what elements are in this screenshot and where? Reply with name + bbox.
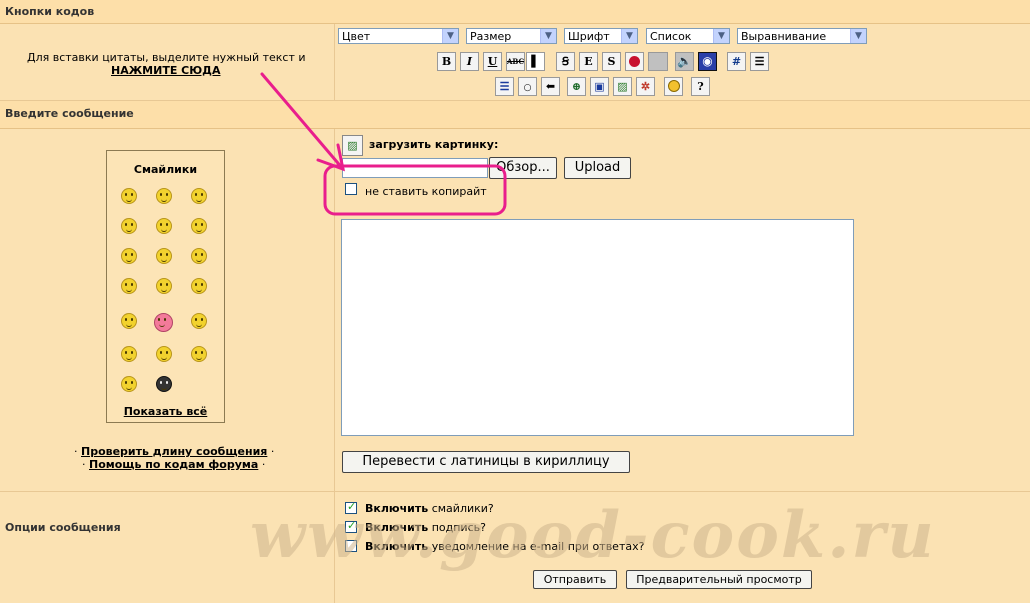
question-icon: ? bbox=[697, 80, 704, 93]
comment-button[interactable]: ☰ bbox=[750, 52, 769, 71]
strike-button[interactable]: ABC bbox=[506, 52, 525, 71]
dizzy-icon[interactable] bbox=[121, 278, 137, 294]
laugh-icon[interactable] bbox=[156, 248, 172, 264]
happy-icon[interactable] bbox=[191, 188, 207, 204]
chevron-down-icon: ▼ bbox=[540, 29, 556, 43]
smiley-icon bbox=[667, 80, 680, 92]
ninja-icon[interactable] bbox=[156, 376, 172, 392]
no-copyright-checkbox[interactable] bbox=[345, 183, 357, 195]
chevron-down-icon: ▼ bbox=[850, 29, 866, 43]
blush-icon[interactable] bbox=[121, 313, 137, 329]
hide-icon: ▌ bbox=[531, 55, 540, 68]
love-icon[interactable] bbox=[154, 313, 173, 332]
quote-button[interactable]: Ꞩ bbox=[556, 52, 575, 71]
divider bbox=[334, 129, 335, 491]
font-select[interactable]: Шрифт ▼ bbox=[564, 28, 638, 44]
quote-insert-link[interactable]: НАЖМИТЕ СЮДА bbox=[111, 64, 220, 77]
underline-button[interactable]: U bbox=[483, 52, 502, 71]
show-all-smileys-link[interactable]: Показать всё bbox=[124, 405, 208, 418]
speech-bubble-icon: ☰ bbox=[754, 55, 765, 68]
help-codes-row: · Помощь по кодам форума · bbox=[82, 458, 266, 471]
image-upload-icon: ▨ bbox=[342, 135, 363, 156]
upload-button[interactable]: Upload bbox=[564, 157, 631, 179]
worried-icon[interactable] bbox=[191, 346, 207, 362]
shocked-icon[interactable] bbox=[121, 218, 137, 234]
link-button[interactable]: ⊕ bbox=[567, 77, 586, 96]
sound-button[interactable]: 🔈 bbox=[675, 52, 694, 71]
watermark: www.good-cook.ru bbox=[250, 498, 936, 573]
smileys-panel: Смайлики Показать всё bbox=[106, 150, 225, 423]
confused-icon[interactable] bbox=[156, 346, 172, 362]
neutral-icon[interactable] bbox=[191, 278, 207, 294]
divider bbox=[0, 491, 1030, 492]
sleepy-icon[interactable] bbox=[156, 278, 172, 294]
list-icon: ☰ bbox=[499, 80, 510, 93]
tongue-icon[interactable] bbox=[191, 218, 207, 234]
smirk-icon[interactable] bbox=[156, 218, 172, 234]
video-button[interactable]: ▣ bbox=[590, 77, 609, 96]
help-codes-link[interactable]: Помощь по кодам форума bbox=[89, 458, 258, 471]
cool-icon[interactable] bbox=[191, 248, 207, 264]
arrow-icon: ⬅ bbox=[545, 80, 556, 93]
video-icon: ▣ bbox=[594, 80, 605, 93]
browse-button[interactable]: Обзор... bbox=[489, 157, 557, 179]
spoiler-button[interactable]: S bbox=[602, 52, 621, 71]
italic-button[interactable]: I bbox=[460, 52, 479, 71]
help-button[interactable]: ? bbox=[691, 77, 710, 96]
divider bbox=[334, 24, 335, 100]
flash-button[interactable]: ✲ bbox=[636, 77, 655, 96]
circle-icon: ○ bbox=[523, 83, 532, 93]
globe-link-icon: ⊕ bbox=[571, 80, 582, 93]
record-button[interactable] bbox=[625, 52, 644, 71]
speaker-icon: 🔈 bbox=[677, 54, 692, 68]
angry-icon[interactable] bbox=[191, 313, 207, 329]
grin-icon[interactable] bbox=[121, 248, 137, 264]
file-path-input[interactable] bbox=[342, 158, 488, 178]
size-select[interactable]: Размер ▼ bbox=[466, 28, 557, 44]
smiley-button[interactable] bbox=[664, 77, 683, 96]
chevron-down-icon: ▼ bbox=[442, 29, 458, 43]
image-icon: ▨ bbox=[617, 80, 628, 93]
list-select[interactable]: Список ▼ bbox=[646, 28, 730, 44]
message-options-header: Опции сообщения bbox=[5, 521, 121, 534]
list-bullet-button[interactable]: ☰ bbox=[495, 77, 514, 96]
record-icon bbox=[629, 56, 640, 67]
message-textarea[interactable] bbox=[341, 219, 854, 436]
list-item-button[interactable]: ○ bbox=[518, 77, 537, 96]
bold-button[interactable]: B bbox=[437, 52, 456, 71]
no-copyright-label: не ставить копирайт bbox=[365, 185, 487, 198]
code-button[interactable]: # bbox=[727, 52, 746, 71]
smileys-title: Смайлики bbox=[133, 163, 198, 176]
chevron-down-icon: ▼ bbox=[621, 29, 637, 43]
eye-button[interactable]: ◉ bbox=[698, 52, 717, 71]
wink-icon[interactable] bbox=[156, 188, 172, 204]
blank-button[interactable] bbox=[648, 52, 668, 71]
annotation-arrow-head bbox=[316, 143, 346, 172]
check-length-row: · Проверить длину сообщения · bbox=[74, 445, 275, 458]
translit-button[interactable]: Перевести с латиницы в кириллицу bbox=[342, 451, 630, 473]
sad-icon[interactable] bbox=[121, 346, 137, 362]
check-length-link[interactable]: Проверить длину сообщения bbox=[81, 445, 267, 458]
bored-icon[interactable] bbox=[121, 376, 137, 392]
upload-label: загрузить картинку: bbox=[369, 138, 499, 151]
hide-button[interactable]: ▌ bbox=[526, 52, 545, 71]
code-buttons-header: Кнопки кодов bbox=[0, 0, 1030, 24]
e-button[interactable]: E bbox=[579, 52, 598, 71]
color-select[interactable]: Цвет ▼ bbox=[338, 28, 459, 44]
align-select[interactable]: Выравнивание ▼ bbox=[737, 28, 867, 44]
mention-button[interactable]: ⬅ bbox=[541, 77, 560, 96]
chevron-down-icon: ▼ bbox=[713, 29, 729, 43]
image-button[interactable]: ▨ bbox=[613, 77, 632, 96]
eye-icon: ◉ bbox=[702, 54, 713, 68]
enter-message-header: Введите сообщение bbox=[0, 101, 1030, 129]
flash-icon: ✲ bbox=[640, 80, 651, 93]
smile-icon[interactable] bbox=[121, 188, 137, 204]
quote-hint-text: Для вставки цитаты, выделите нужный текс… bbox=[27, 51, 306, 64]
